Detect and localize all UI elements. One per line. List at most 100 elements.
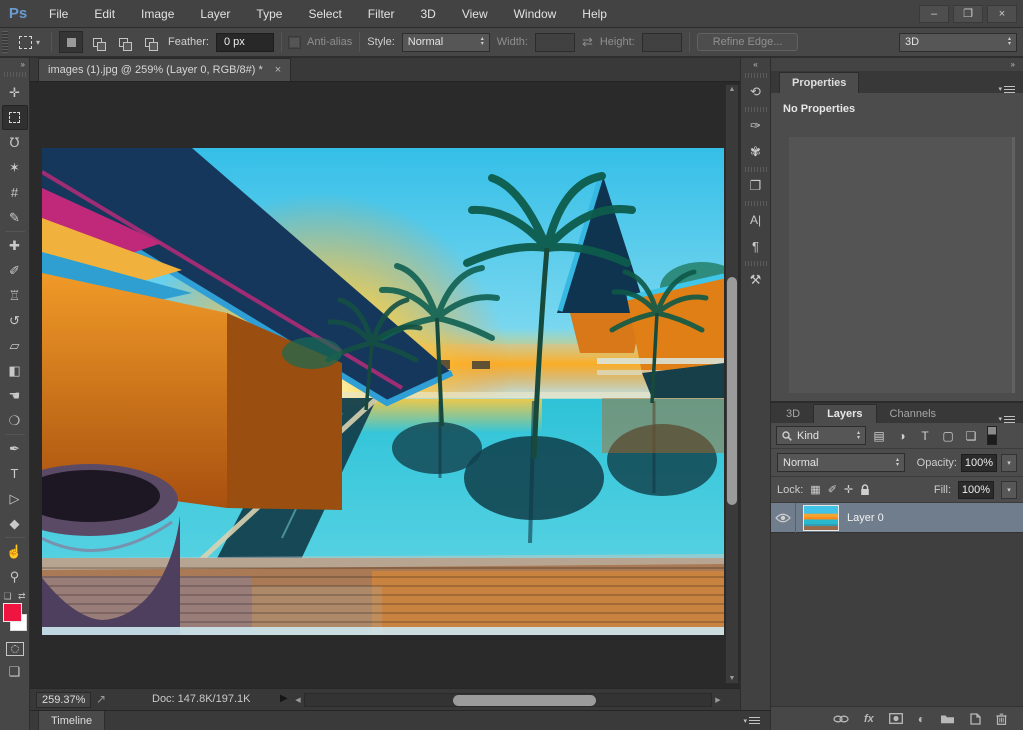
new-group-button[interactable] (940, 713, 955, 724)
refine-edge-button[interactable]: Refine Edge... (697, 33, 799, 51)
vertical-scrollbar-thumb[interactable] (727, 277, 737, 505)
quick-mask-button[interactable] (6, 642, 24, 656)
filter-smart-objects-button[interactable]: ❏ (961, 429, 981, 443)
paragraph-panel-button[interactable]: ¶ (742, 233, 770, 259)
menu-type[interactable]: Type (243, 0, 295, 28)
scroll-up-icon[interactable]: ▲ (726, 86, 738, 93)
export-arrow-icon[interactable]: ↗ (96, 692, 106, 706)
document-tab[interactable]: images (1).jpg @ 259% (Layer 0, RGB/8#) … (38, 58, 291, 81)
hand-tool[interactable]: ☝ (2, 539, 28, 564)
horizontal-scrollbar-track[interactable] (304, 693, 712, 707)
tools-expand-chevron[interactable]: » (21, 59, 29, 70)
tab-properties[interactable]: Properties (779, 72, 859, 93)
tab-close-icon[interactable]: × (275, 64, 281, 76)
height-input[interactable] (642, 33, 682, 52)
rectangular-marquee-tool[interactable] (2, 105, 28, 130)
dock-collapse-chevron[interactable]: « (753, 58, 757, 71)
brush-presets-panel-button[interactable]: ✾ (742, 139, 770, 165)
dock-grip[interactable] (745, 107, 767, 112)
swap-colors-icon[interactable]: ⇄ (18, 591, 26, 602)
filter-shape-layers-button[interactable]: ▢ (938, 429, 958, 443)
menu-image[interactable]: Image (128, 0, 187, 28)
timeline-tab[interactable]: Timeline (38, 711, 105, 730)
menu-file[interactable]: File (36, 0, 81, 28)
filter-adjustment-layers-button[interactable]: ◑ (892, 429, 912, 443)
layer-filtering-toggle[interactable] (987, 426, 997, 445)
new-layer-button[interactable] (970, 713, 981, 725)
move-tool[interactable]: ✛ (2, 80, 28, 105)
tool-presets-panel-button[interactable]: ✑ (742, 113, 770, 139)
filter-pixel-layers-button[interactable]: ▤ (869, 429, 889, 443)
dock-grip[interactable] (745, 167, 767, 172)
panels-expand-chevron[interactable]: » (1011, 58, 1015, 71)
smudge-tool[interactable]: ☚ (2, 383, 28, 408)
anti-alias-checkbox[interactable] (289, 37, 300, 48)
lock-all-button[interactable] (860, 484, 870, 496)
path-selection-tool[interactable]: ▷ (2, 486, 28, 511)
horizontal-scrollbar[interactable]: ◀ ▶ (292, 693, 724, 707)
opacity-dropdown-button[interactable]: ▾ (1001, 454, 1017, 472)
restore-button[interactable]: ❐ (953, 5, 983, 23)
clone-source-panel-button[interactable]: ❐ (742, 173, 770, 199)
timeline-panel-menu[interactable]: ▾ (743, 717, 760, 725)
crop-tool[interactable]: # (2, 180, 28, 205)
lock-position-button[interactable]: ✛ (844, 483, 853, 496)
zoom-level-field[interactable]: 259.37% (36, 692, 91, 708)
scroll-right-icon[interactable]: ▶ (712, 696, 724, 704)
dock-grip[interactable] (745, 261, 767, 266)
eraser-tool[interactable]: ▱ (2, 333, 28, 358)
pen-tool[interactable]: ✒ (2, 436, 28, 461)
fill-value-field[interactable]: 100% (958, 481, 994, 499)
tool-preset-picker[interactable]: ▾ (15, 34, 44, 51)
style-select[interactable]: Normal ▴▾ (402, 33, 490, 52)
swap-dimensions-icon[interactable]: ⇄ (582, 34, 593, 50)
feather-input[interactable]: 0 px (216, 33, 274, 52)
dock-grip[interactable] (745, 201, 767, 206)
dock-grip[interactable] (745, 73, 767, 78)
filter-type-layers-button[interactable]: T (915, 429, 935, 443)
status-menu-arrow-icon[interactable]: ▶ (280, 693, 288, 704)
magic-wand-tool[interactable]: ✶ (2, 155, 28, 180)
link-layers-button[interactable] (833, 715, 849, 723)
screen-mode-button[interactable]: ❑ (9, 664, 21, 680)
width-input[interactable] (535, 33, 575, 52)
layer-thumbnail[interactable] (803, 505, 839, 531)
vertical-scrollbar[interactable]: ▲ ▼ (725, 84, 739, 684)
horizontal-scrollbar-thumb[interactable] (453, 695, 596, 706)
lock-paint-button[interactable]: ✐ (828, 483, 837, 496)
properties-panel-menu[interactable]: ▾ (998, 85, 1015, 93)
menu-layer[interactable]: Layer (187, 0, 243, 28)
new-adjustment-layer-button[interactable]: ◐ (918, 712, 925, 726)
foreground-color-swatch[interactable] (3, 603, 22, 622)
gradient-tool[interactable]: ◧ (2, 358, 28, 383)
scroll-left-icon[interactable]: ◀ (292, 696, 304, 704)
minimize-button[interactable]: – (919, 5, 949, 23)
layer-name[interactable]: Layer 0 (847, 512, 884, 524)
menu-select[interactable]: Select (295, 0, 354, 28)
menu-help[interactable]: Help (569, 0, 620, 28)
measurement-panel-button[interactable]: ⚒ (742, 267, 770, 293)
opacity-value-field[interactable]: 100% (961, 454, 997, 472)
workspace-select[interactable]: 3D ▴▾ (899, 33, 1017, 52)
eyedropper-tool[interactable]: ✎ (2, 205, 28, 230)
menu-view[interactable]: View (449, 0, 501, 28)
zoom-tool[interactable]: ⚲ (2, 564, 28, 589)
tab-channels[interactable]: Channels (877, 404, 949, 423)
shape-tool[interactable]: ◆ (2, 511, 28, 536)
layers-panel-menu[interactable]: ▾ (998, 415, 1015, 423)
lock-transparency-button[interactable]: ▦ (810, 483, 820, 496)
healing-brush-tool[interactable]: ✚ (2, 233, 28, 258)
lasso-tool[interactable]: ℧ (2, 130, 28, 155)
filter-kind-select[interactable]: Kind ▴▾ (776, 426, 866, 445)
subtract-from-selection-button[interactable] (111, 31, 135, 53)
intersect-selection-button[interactable] (137, 31, 161, 53)
tools-grip[interactable] (4, 72, 26, 77)
menu-edit[interactable]: Edit (81, 0, 128, 28)
close-button[interactable]: × (987, 5, 1017, 23)
menu-window[interactable]: Window (501, 0, 570, 28)
dodge-tool[interactable]: ❍ (2, 408, 28, 433)
layer-style-button[interactable]: fx (864, 713, 874, 725)
menu-3d[interactable]: 3D (407, 0, 448, 28)
add-layer-mask-button[interactable] (889, 713, 903, 724)
layer-visibility-toggle[interactable] (771, 503, 796, 533)
